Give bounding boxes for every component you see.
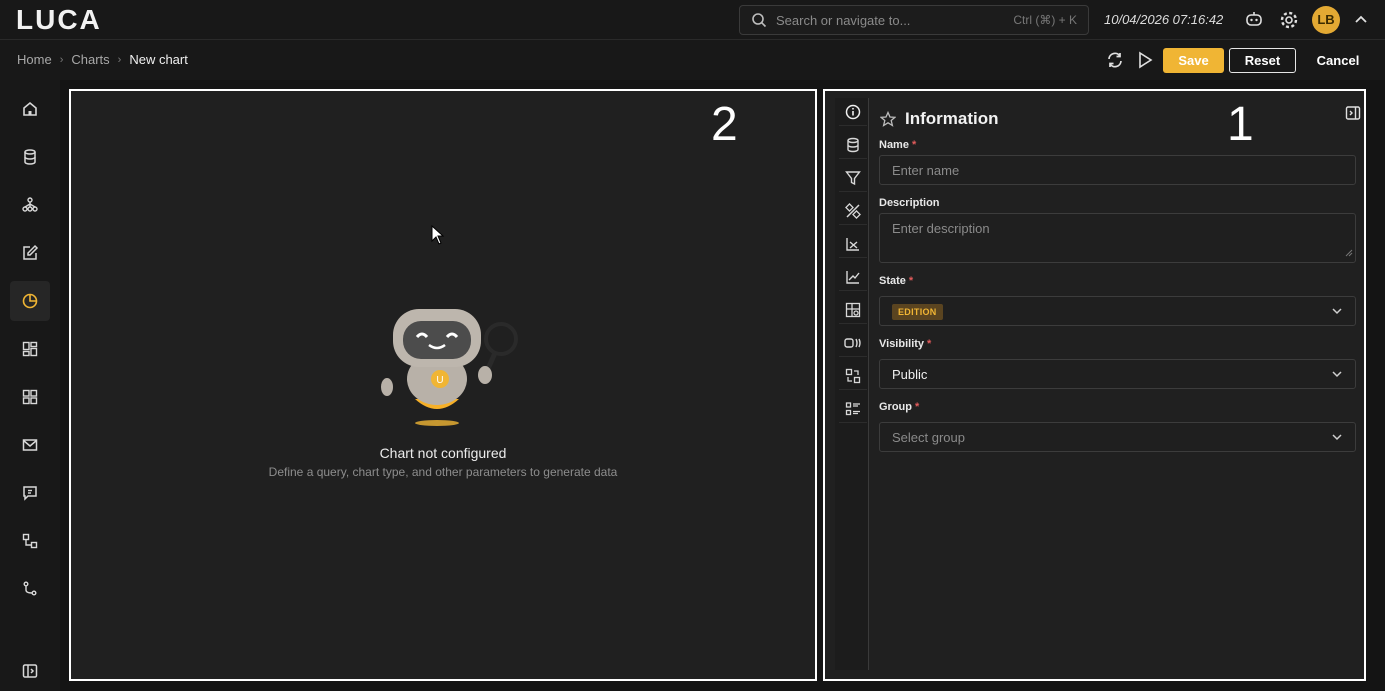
nav-home-icon[interactable]	[10, 89, 50, 129]
group-label: Group *	[879, 401, 919, 413]
nav-mail-icon[interactable]	[10, 425, 50, 465]
nav-charts-icon[interactable]	[10, 281, 50, 321]
tab-style-icon[interactable]	[839, 197, 867, 225]
tab-list-icon[interactable]	[839, 395, 867, 423]
chevron-right-icon: ›	[59, 53, 64, 66]
tab-x-axis-icon[interactable]	[839, 230, 867, 258]
chart-preview-panel: 2 U Chart not configured Define a query,…	[69, 89, 817, 681]
cursor-icon	[431, 224, 445, 250]
empty-state-title: Chart not configured	[379, 445, 507, 461]
tab-y-axis-icon[interactable]	[839, 263, 867, 291]
nav-branch-icon[interactable]	[10, 569, 50, 609]
global-search[interactable]: Search or navigate to... Ctrl (⌘) + K	[739, 5, 1089, 35]
current-datetime: 10/04/2026 07:16:42	[1104, 12, 1224, 27]
gear-icon[interactable]	[1279, 10, 1299, 30]
user-avatar[interactable]: LB	[1312, 6, 1340, 34]
nav-model-icon[interactable]	[10, 185, 50, 225]
nav-apps-icon[interactable]	[10, 377, 50, 417]
description-label-text: Description	[879, 197, 940, 209]
group-select[interactable]: Select group	[879, 422, 1356, 452]
group-label-text: Group	[879, 401, 912, 413]
nav-expand-icon[interactable]	[10, 651, 50, 691]
required-mark: *	[927, 338, 932, 350]
state-label: State *	[879, 275, 913, 287]
nav-flow-icon[interactable]	[10, 521, 50, 561]
side-nav	[0, 80, 60, 691]
save-button[interactable]: Save	[1163, 48, 1224, 73]
breadcrumb-current: New chart	[129, 52, 188, 67]
assistant-icon[interactable]	[1244, 10, 1264, 30]
chevron-right-icon: ›	[117, 53, 122, 66]
name-label-text: Name	[879, 139, 909, 151]
robot-mascot-icon: U	[377, 297, 523, 434]
required-mark: *	[908, 275, 914, 287]
tab-query-icon[interactable]	[839, 131, 867, 159]
name-label: Name *	[879, 139, 916, 151]
tab-filter-icon[interactable]	[839, 164, 867, 192]
empty-state-subtitle: Define a query, chart type, and other pa…	[268, 465, 618, 479]
config-tabs	[835, 98, 869, 670]
top-bar: LUCA Search or navigate to... Ctrl (⌘) +…	[0, 0, 1385, 40]
collapse-panel-icon[interactable]	[1345, 105, 1361, 126]
visibility-label: Visibility *	[879, 338, 931, 350]
visibility-select[interactable]: Public	[879, 359, 1356, 389]
required-mark: *	[911, 139, 917, 151]
favorite-star-icon[interactable]	[879, 110, 897, 132]
description-placeholder: Enter description	[892, 221, 990, 236]
chevron-down-icon	[1331, 368, 1343, 383]
state-badge: EDITION	[892, 304, 943, 320]
resize-handle-icon[interactable]	[1345, 245, 1353, 260]
name-placeholder: Enter name	[892, 163, 960, 178]
tab-interactions-icon[interactable]	[839, 362, 867, 390]
app-logo[interactable]: LUCA	[16, 4, 102, 36]
panel-annotation-2: 2	[711, 98, 738, 151]
nav-messages-icon[interactable]	[10, 473, 50, 513]
chevron-up-icon[interactable]	[1353, 12, 1369, 33]
tab-information-icon[interactable]	[839, 98, 867, 126]
chart-config-panel: Information 1 Name * Enter name Descripti…	[823, 89, 1366, 681]
description-field[interactable]: Enter description	[879, 213, 1356, 263]
search-icon	[751, 12, 767, 33]
reset-button[interactable]: Reset	[1229, 48, 1296, 73]
tab-layout-search-icon[interactable]	[839, 296, 867, 324]
svg-text:U: U	[436, 375, 443, 386]
nav-database-icon[interactable]	[10, 137, 50, 177]
group-placeholder: Select group	[892, 430, 965, 445]
refresh-icon[interactable]	[1106, 51, 1124, 74]
section-title: Information	[905, 109, 999, 128]
state-select[interactable]: EDITION	[879, 296, 1356, 326]
breadcrumb-home[interactable]: Home	[17, 52, 52, 67]
required-mark: *	[915, 401, 920, 413]
name-field[interactable]: Enter name	[879, 155, 1356, 185]
description-label: Description	[879, 197, 940, 209]
cancel-button[interactable]: Cancel	[1310, 48, 1366, 73]
tab-variables-icon[interactable]	[839, 329, 867, 357]
visibility-value: Public	[892, 367, 928, 382]
panel-annotation-1: 1	[1227, 98, 1254, 151]
search-placeholder: Search or navigate to...	[776, 13, 911, 28]
state-label-text: State	[879, 275, 906, 287]
nav-dashboards-icon[interactable]	[10, 329, 50, 369]
nav-edit-icon[interactable]	[10, 233, 50, 273]
play-icon[interactable]	[1137, 51, 1153, 74]
breadcrumb-charts[interactable]: Charts	[71, 52, 109, 67]
chevron-down-icon	[1331, 431, 1343, 446]
chevron-down-icon	[1331, 305, 1343, 320]
search-shortcut: Ctrl (⌘) + K	[1013, 13, 1077, 27]
breadcrumb: Home › Charts › New chart	[17, 52, 188, 67]
visibility-label-text: Visibility	[879, 338, 925, 350]
